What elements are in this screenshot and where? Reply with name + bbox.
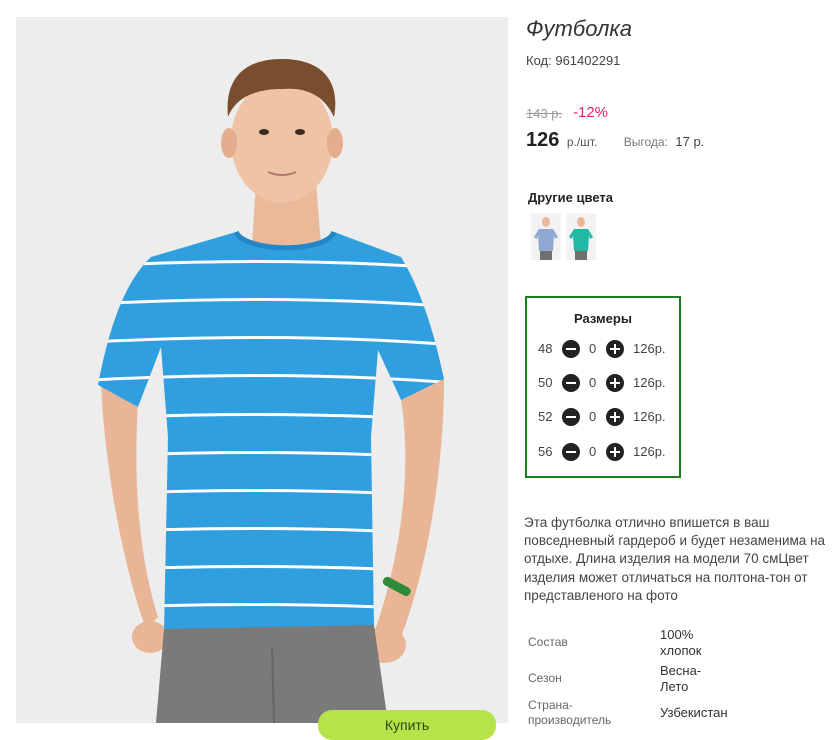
benefit-label: Выгода: [623, 135, 668, 149]
spec-label: Состав [528, 635, 568, 649]
size-price: 126р. [633, 444, 666, 459]
size-row: 56 0 126р. [527, 442, 679, 462]
old-price: 143 р. [526, 106, 563, 121]
size-price: 126р. [633, 409, 666, 424]
size-quantity: 0 [589, 341, 597, 356]
plus-icon[interactable] [606, 340, 624, 358]
product-title: Футболка [526, 16, 632, 41]
color-swatch-teal[interactable] [566, 213, 596, 260]
spec-value: 100% хлопок [660, 627, 702, 658]
other-colors-heading: Другие цвета [528, 190, 613, 205]
spec-label: Сезон [528, 671, 562, 685]
sizes-title: Размеры [574, 311, 632, 326]
product-description: Эта футболка отлично впишется в ваш повс… [524, 515, 826, 603]
benefit-value: 17 р. [675, 134, 705, 149]
size-quantity: 0 [589, 375, 597, 390]
price-row: 126 р./шт. Выгода: 17 р. [526, 129, 704, 152]
buy-button[interactable]: Купить [318, 710, 496, 740]
size-quantity: 0 [589, 444, 597, 459]
color-swatch-blue[interactable] [531, 213, 561, 260]
current-price: 126 [526, 129, 560, 151]
size-number: 48 [538, 341, 553, 356]
plus-icon[interactable] [606, 408, 624, 426]
size-number: 50 [538, 375, 553, 390]
minus-icon[interactable] [562, 408, 580, 426]
price-unit: р./шт. [566, 135, 598, 149]
size-row: 48 0 126р. [527, 339, 679, 359]
size-price: 126р. [633, 341, 666, 356]
size-row: 50 0 126р. [527, 373, 679, 393]
plus-icon[interactable] [606, 374, 624, 392]
size-number: 56 [538, 444, 553, 459]
code-label: Код: [526, 53, 552, 68]
plus-icon[interactable] [606, 443, 624, 461]
spec-value: Узбекистан [660, 705, 728, 720]
size-price: 126р. [633, 375, 666, 390]
minus-icon[interactable] [562, 374, 580, 392]
minus-icon[interactable] [562, 340, 580, 358]
minus-icon[interactable] [562, 443, 580, 461]
size-quantity: 0 [589, 409, 597, 424]
product-code: Код: 961402291 [526, 53, 620, 68]
size-number: 52 [538, 409, 553, 424]
code-value: 961402291 [555, 53, 621, 68]
product-photo[interactable] [16, 17, 508, 723]
spec-value: Весна-Лето [660, 663, 702, 694]
discount-badge: -12% [573, 104, 609, 121]
size-row: 52 0 126р. [527, 407, 679, 427]
spec-label: Страна-производитель [528, 698, 612, 727]
sizes-panel: Размеры 48 0 126р. 50 0 126р. 52 0 126р.… [525, 296, 681, 478]
